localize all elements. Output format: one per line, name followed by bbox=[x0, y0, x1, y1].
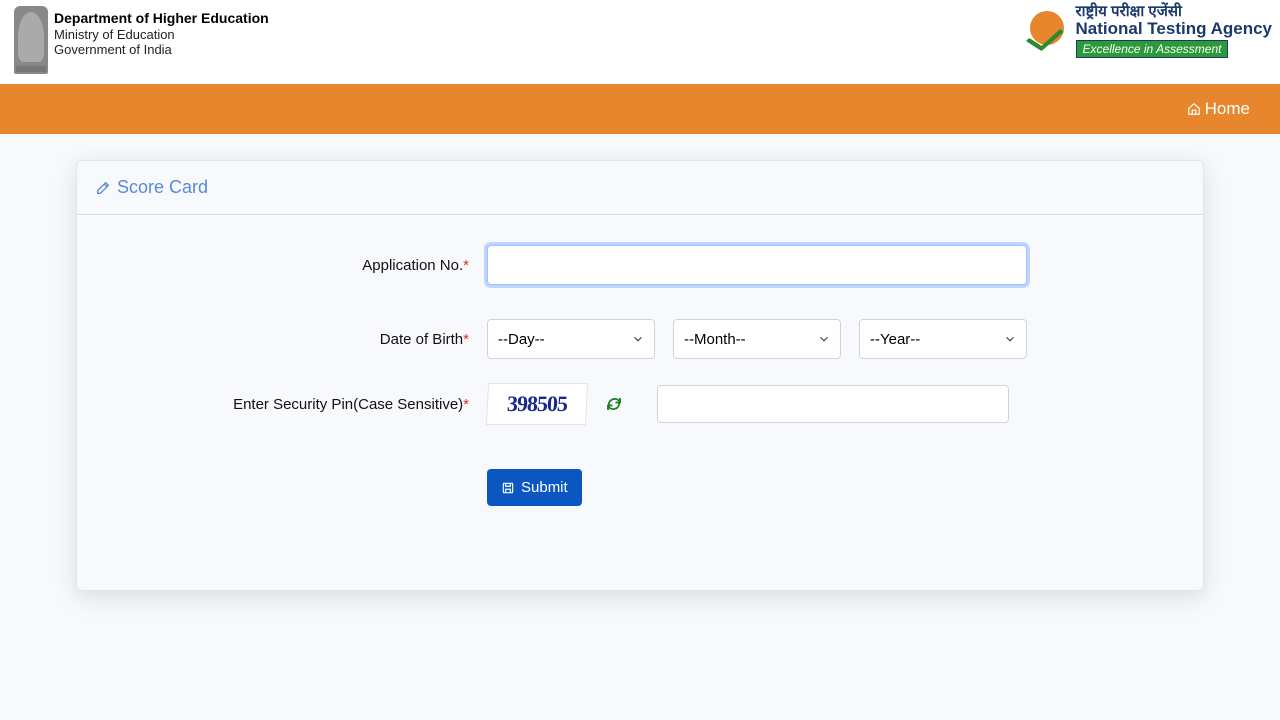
dept-line2: Ministry of Education bbox=[54, 27, 269, 43]
row-dob: Date of Birth* --Day-- --Month-- bbox=[107, 319, 1173, 359]
edit-icon bbox=[95, 180, 111, 196]
required-star: * bbox=[463, 257, 469, 274]
label-dob: Date of Birth* bbox=[107, 331, 487, 348]
dob-day-select[interactable]: --Day-- bbox=[487, 319, 655, 359]
dob-month-select[interactable]: --Month-- bbox=[673, 319, 841, 359]
nta-logo-block: राष्ट्रीय परीक्षा एजेंसी National Testin… bbox=[1026, 4, 1272, 58]
nta-text: राष्ट्रीय परीक्षा एजेंसी National Testin… bbox=[1076, 4, 1272, 58]
security-pin-input[interactable] bbox=[657, 385, 1009, 423]
application-no-input[interactable] bbox=[487, 245, 1027, 285]
dept-line1: Department of Higher Education bbox=[54, 10, 269, 27]
nta-english: National Testing Agency bbox=[1076, 20, 1272, 38]
card-header: Score Card bbox=[77, 161, 1203, 215]
label-security-pin: Enter Security Pin(Case Sensitive)* bbox=[107, 396, 487, 413]
row-application-no: Application No.* bbox=[107, 245, 1173, 285]
nta-hindi: राष्ट्रीय परीक्षा एजेंसी bbox=[1076, 4, 1272, 20]
home-icon bbox=[1187, 102, 1201, 116]
score-card-panel: Score Card Application No.* Date of Birt… bbox=[76, 160, 1204, 591]
card-body: Application No.* Date of Birth* --Day-- bbox=[77, 215, 1203, 590]
row-security-pin: Enter Security Pin(Case Sensitive)* 3985… bbox=[107, 383, 1173, 425]
home-label: Home bbox=[1205, 99, 1250, 119]
india-emblem-icon bbox=[14, 6, 48, 74]
nav-bar: Home bbox=[0, 84, 1280, 134]
captcha-image: 398505 bbox=[486, 383, 588, 425]
card-title: Score Card bbox=[117, 177, 208, 198]
required-star: * bbox=[463, 396, 469, 413]
dept-text: Department of Higher Education Ministry … bbox=[54, 6, 269, 58]
dob-year-select[interactable]: --Year-- bbox=[859, 319, 1027, 359]
nta-mark-icon bbox=[1026, 9, 1070, 53]
label-application-no: Application No.* bbox=[107, 257, 487, 274]
refresh-captcha-button[interactable] bbox=[605, 395, 623, 413]
govt-logo-block: Department of Higher Education Ministry … bbox=[8, 4, 275, 76]
save-icon bbox=[501, 481, 515, 495]
row-submit: Submit bbox=[107, 469, 1173, 506]
submit-button[interactable]: Submit bbox=[487, 469, 582, 506]
submit-label: Submit bbox=[521, 479, 568, 496]
dept-line3: Government of India bbox=[54, 42, 269, 58]
required-star: * bbox=[463, 331, 469, 348]
nta-tagline: Excellence in Assessment bbox=[1076, 40, 1229, 59]
home-link[interactable]: Home bbox=[1187, 99, 1250, 119]
top-header: Department of Higher Education Ministry … bbox=[0, 0, 1280, 84]
